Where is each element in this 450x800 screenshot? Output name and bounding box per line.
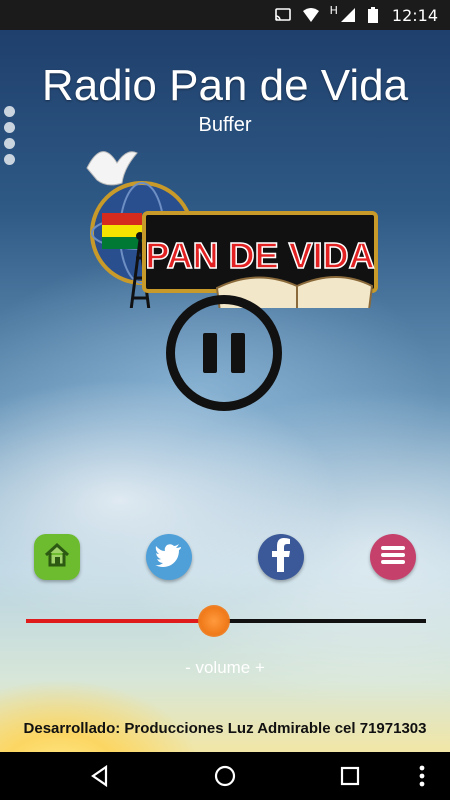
home-circle-icon <box>214 765 236 787</box>
overflow-menu-button[interactable] <box>4 106 18 166</box>
more-icon <box>419 765 425 787</box>
signal-icon <box>340 7 358 23</box>
pause-bar-left <box>203 333 217 373</box>
wifi-icon <box>302 7 320 23</box>
volume-thumb[interactable] <box>198 605 230 637</box>
home-nav-button[interactable] <box>211 762 239 790</box>
recents-button[interactable] <box>336 762 364 790</box>
volume-label: - volume + <box>185 658 265 677</box>
back-icon <box>91 764 108 788</box>
battery-icon <box>367 7 378 23</box>
menu-button[interactable] <box>370 534 416 580</box>
back-button[interactable] <box>86 762 114 790</box>
signal-h-icon: H <box>329 4 338 17</box>
clock: 12:14 <box>391 5 438 25</box>
facebook-button[interactable] <box>258 534 304 580</box>
home-icon <box>42 540 72 575</box>
home-button[interactable] <box>34 534 80 580</box>
twitter-icon <box>155 543 183 572</box>
twitter-button[interactable] <box>146 534 192 580</box>
volume-slider[interactable] <box>26 605 426 637</box>
player-screen: Radio Pan de Vida Buffer PAN DE VIDA - v… <box>0 30 450 752</box>
menu-icon <box>380 544 406 571</box>
facebook-icon <box>270 537 292 577</box>
pause-bar-right <box>231 333 245 373</box>
cast-icon <box>274 7 292 23</box>
station-title: Radio Pan de Vida <box>41 61 409 110</box>
volume-fill <box>26 619 214 623</box>
more-button[interactable] <box>412 762 432 790</box>
logo-text: PAN DE VIDA <box>145 235 374 276</box>
recents-icon <box>340 766 360 786</box>
station-logo: PAN DE VIDA <box>86 151 378 308</box>
pause-button[interactable] <box>166 295 282 411</box>
credits-text: Desarrollado: Producciones Luz Admirable… <box>23 720 427 737</box>
status-bar: H 12:14 <box>0 0 450 30</box>
navigation-bar <box>0 752 450 800</box>
